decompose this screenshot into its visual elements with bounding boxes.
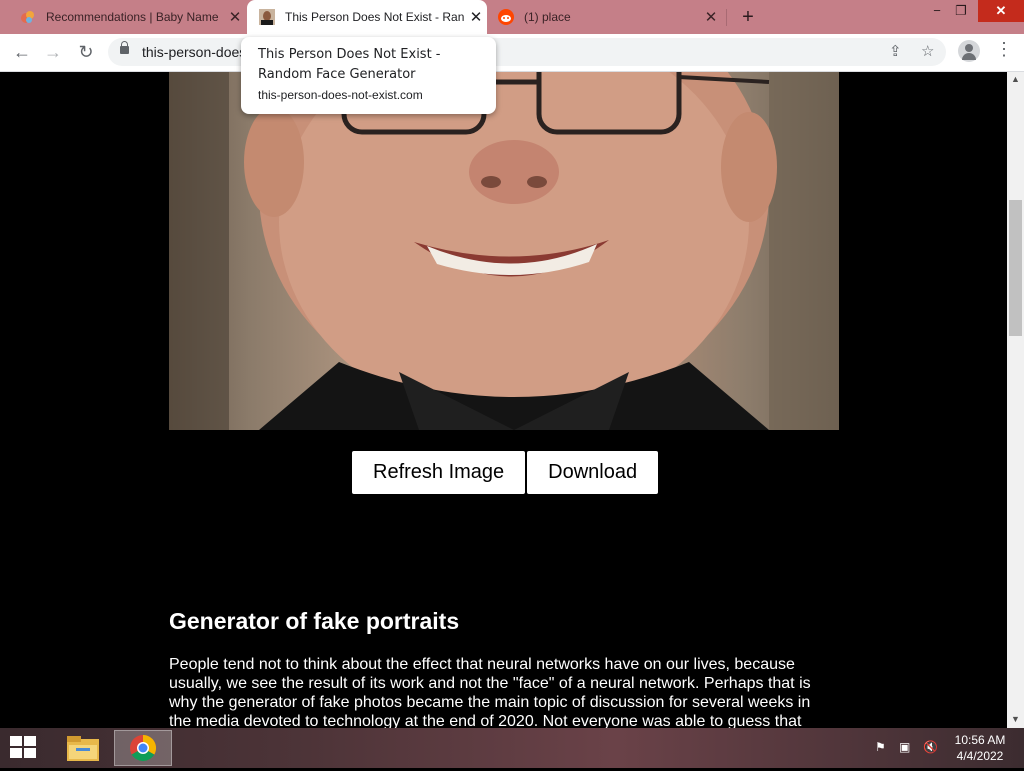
tab-close-icon[interactable]: ✕ <box>700 8 722 26</box>
tab-divider <box>726 9 727 26</box>
reload-icon[interactable]: ↻ <box>73 39 99 65</box>
volume-muted-icon[interactable]: 🔇 <box>923 740 938 754</box>
menu-dots-icon[interactable]: ⋮ <box>995 39 1013 60</box>
share-icon[interactable]: ⇪ <box>889 42 902 60</box>
clock-date: 4/4/2022 <box>956 749 1004 763</box>
scroll-up-icon[interactable]: ▲ <box>1007 74 1024 84</box>
url-text: this-person-does <box>142 44 247 60</box>
flag-icon[interactable]: ⚑ <box>875 740 886 754</box>
tab-title: This Person Does Not Exist - Ran <box>285 10 465 24</box>
tab-title: (1) place <box>524 10 571 24</box>
page-scrollbar[interactable]: ▲ ▼ <box>1007 72 1024 728</box>
forward-icon[interactable]: → <box>40 39 66 65</box>
bookmark-star-icon[interactable]: ☆ <box>921 42 934 60</box>
tab-title: Recommendations | Baby Name <box>46 10 219 24</box>
tab-hover-tooltip: This Person Does Not Exist - Random Face… <box>241 37 496 114</box>
profile-avatar-icon[interactable] <box>958 40 980 62</box>
address-bar[interactable]: this-person-does ⇪ ☆ <box>108 38 946 66</box>
reddit-icon <box>498 9 514 25</box>
clock-time: 10:56 AM <box>954 733 1006 747</box>
scroll-thumb[interactable] <box>1009 200 1022 336</box>
section-heading: Generator of fake portraits <box>169 608 460 634</box>
baby-name-icon <box>20 9 36 25</box>
browser-toolbar: ← → ↻ this-person-does ⇪ ☆ ⋮ <box>0 34 1024 72</box>
lock-icon[interactable] <box>120 41 129 54</box>
tab-reddit-place[interactable]: (1) place ✕ <box>488 0 722 34</box>
file-explorer-icon[interactable] <box>56 730 110 766</box>
window-close-icon[interactable]: ✕ <box>978 0 1024 22</box>
restore-icon[interactable]: ❐ <box>946 0 976 22</box>
tab-this-person[interactable]: This Person Does Not Exist - Ran ✕ <box>247 0 487 34</box>
back-icon[interactable]: ← <box>9 39 35 65</box>
generated-face-image <box>169 72 839 430</box>
windows-taskbar: ⚑ ▣ 🔇 10:56 AM 4/4/2022 <box>0 728 1024 768</box>
portrait-favicon <box>259 9 275 25</box>
scroll-down-icon[interactable]: ▼ <box>1007 714 1024 724</box>
download-button[interactable]: Download <box>527 451 659 494</box>
image-action-buttons: Refresh Image Download <box>352 451 659 494</box>
windows-start-icon[interactable] <box>10 736 38 760</box>
tooltip-title: This Person Does Not Exist - Random Face… <box>258 47 441 82</box>
intro-paragraph: People tend not to think about the effec… <box>169 656 811 728</box>
new-tab-icon[interactable]: + <box>737 5 759 29</box>
tab-close-icon[interactable]: ✕ <box>465 8 487 26</box>
tab-baby-name[interactable]: Recommendations | Baby Name ✕ <box>2 0 246 34</box>
tooltip-url: this-person-does-not-exist.com <box>258 88 423 102</box>
tab-close-icon[interactable]: ✕ <box>224 8 246 26</box>
refresh-image-button[interactable]: Refresh Image <box>352 451 526 494</box>
tab-strip: Recommendations | Baby Name ✕ This Perso… <box>0 0 1024 34</box>
chrome-icon[interactable] <box>114 730 172 766</box>
system-clock[interactable]: 10:56 AM 4/4/2022 <box>945 732 1015 764</box>
network-icon[interactable]: ▣ <box>899 740 910 754</box>
page-viewport: Refresh Image Download Generator of fake… <box>0 72 1007 728</box>
